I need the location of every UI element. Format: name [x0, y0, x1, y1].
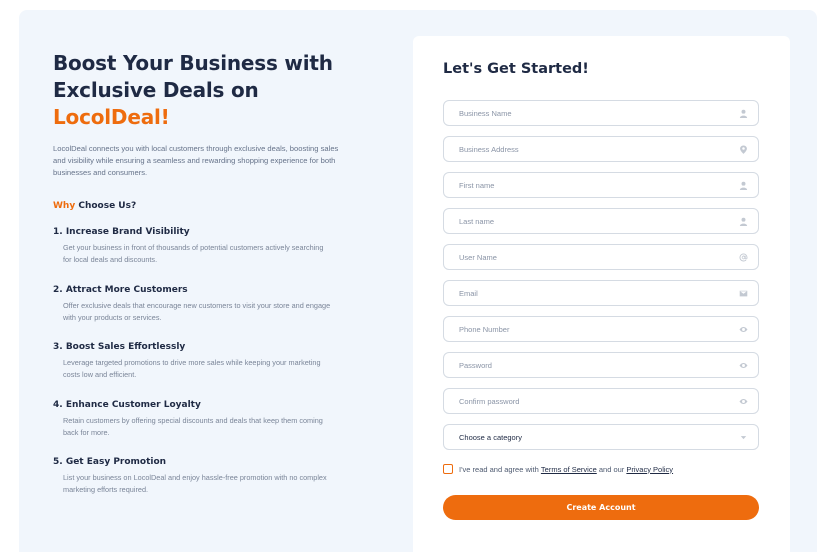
business-name-input[interactable]	[459, 108, 738, 118]
terms-of-service-link[interactable]: Terms of Service	[541, 465, 597, 474]
user-icon	[738, 216, 748, 226]
first-name-field	[443, 172, 759, 198]
eye-icon[interactable]	[738, 360, 748, 370]
brand-name: LocolDeal!	[53, 105, 170, 129]
eye-icon[interactable]	[738, 396, 748, 406]
email-field	[443, 280, 759, 306]
privacy-policy-link[interactable]: Privacy Policy	[626, 465, 673, 474]
user-name-input[interactable]	[459, 252, 738, 262]
envelope-icon	[738, 288, 748, 298]
agree-middle: and our	[596, 464, 627, 474]
why-heading: Why Choose Us?	[53, 201, 353, 211]
feature-item: 5. Get Easy Promotion List your business…	[53, 456, 353, 514]
why-rest: Choose Us?	[75, 201, 137, 211]
feature-item: 1. Increase Brand Visibility Get your bu…	[53, 226, 353, 284]
feature-description: Leverage targeted promotions to drive mo…	[63, 358, 321, 379]
signup-card: Let's Get Started! Business Name Busines…	[413, 36, 790, 552]
at-sign-icon	[738, 252, 748, 262]
terms-checkbox[interactable]	[443, 464, 453, 474]
phone-number-field	[443, 316, 759, 342]
email-input[interactable]	[459, 288, 738, 298]
feature-description: Offer exclusive deals that encourage new…	[63, 300, 331, 322]
category-select-value: Choose a category	[459, 432, 522, 442]
feature-item: 4. Enhance Customer Loyalty Retain custo…	[53, 399, 353, 457]
feature-description: Get your business in front of thousands …	[63, 243, 324, 264]
feature-item: 2. Attract More Customers Offer exclusiv…	[53, 284, 353, 342]
last-name-field	[443, 208, 759, 234]
user-icon	[738, 180, 748, 190]
hero-title-line1: Boost Your Business with	[53, 51, 333, 75]
last-name-input[interactable]	[459, 216, 738, 226]
why-accent: Why	[53, 201, 76, 211]
form-title: Let's Get Started!	[443, 61, 589, 77]
chevron-down-icon	[738, 432, 748, 442]
hero-title: Boost Your Business with Exclusive Deals…	[53, 50, 353, 131]
first-name-input[interactable]	[459, 180, 738, 190]
password-field	[443, 352, 759, 378]
feature-title: 3. Boost Sales Effortlessly	[53, 342, 186, 352]
feature-description: Retain customers by offering special dis…	[63, 415, 323, 437]
feature-description: List your business on LocolDeal and enjo…	[63, 473, 327, 494]
user-name-field	[443, 244, 759, 270]
confirm-password-input[interactable]	[459, 396, 738, 406]
business-name-field	[443, 100, 759, 126]
business-address-field	[443, 136, 759, 162]
feature-title: 4. Enhance Customer Loyalty	[53, 399, 201, 410]
intro-text: LocolDeal connects you with local custom…	[53, 144, 339, 177]
agree-prefix: I've read and agree with	[459, 464, 541, 474]
feature-title: 5. Get Easy Promotion	[53, 457, 167, 467]
feature-list: 1. Increase Brand Visibility Get your bu…	[53, 226, 353, 514]
create-account-button[interactable]: Create Account	[443, 495, 759, 520]
location-pin-icon	[738, 144, 748, 154]
confirm-password-field	[443, 388, 759, 414]
intro-section: Boost Your Business with Exclusive Deals…	[53, 50, 353, 514]
phone-number-input[interactable]	[459, 324, 738, 334]
terms-agreement: I've read and agree with Terms of Servic…	[443, 464, 673, 474]
business-address-input[interactable]	[459, 144, 738, 154]
eye-icon[interactable]	[738, 324, 748, 334]
hero-title-line2: Exclusive Deals on	[53, 78, 259, 102]
password-input[interactable]	[459, 360, 738, 370]
feature-title: 1. Increase Brand Visibility	[53, 227, 190, 237]
user-icon	[738, 108, 748, 118]
feature-item: 3. Boost Sales Effortlessly Leverage tar…	[53, 341, 353, 399]
category-select[interactable]: Choose a category	[443, 424, 759, 450]
feature-title: 2. Attract More Customers	[53, 284, 188, 295]
